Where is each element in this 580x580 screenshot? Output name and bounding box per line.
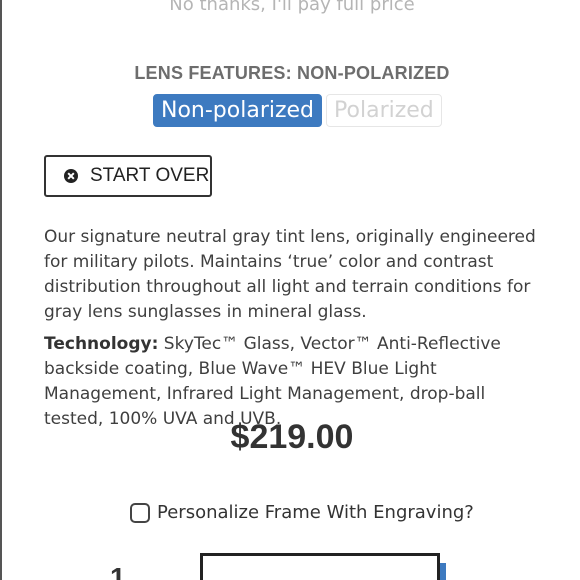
start-over-button[interactable]: START OVER [44, 155, 212, 197]
engraving-option[interactable]: Personalize Frame With Engraving? [130, 502, 474, 523]
product-price: $219.00 [230, 418, 354, 456]
polarized-button[interactable]: Polarized [326, 94, 442, 127]
lens-features-title: LENS FEATURES: NON-POLARIZED [134, 63, 450, 83]
technology-info: Technology: SkyTec™ Glass, Vector™ Anti-… [44, 332, 544, 432]
start-over-label: START OVER [90, 165, 210, 186]
quantity-value: 1 [110, 562, 126, 580]
technology-label: Technology: [44, 334, 159, 354]
engraving-label: Personalize Frame With Engraving? [157, 502, 474, 523]
cart-button-accent[interactable] [440, 563, 446, 580]
lens-type-toggle: Non-polarized Polarized [153, 94, 442, 127]
non-polarized-button[interactable]: Non-polarized [153, 94, 323, 127]
add-to-cart-box[interactable] [200, 553, 440, 580]
close-circle-icon [64, 169, 78, 183]
no-thanks-link[interactable]: No thanks, I'll pay full price [2, 0, 580, 15]
lens-description: Our signature neutral gray tint lens, or… [44, 227, 536, 322]
product-options-panel: No thanks, I'll pay full price LENS FEAT… [0, 0, 580, 580]
engraving-checkbox[interactable] [130, 502, 150, 523]
